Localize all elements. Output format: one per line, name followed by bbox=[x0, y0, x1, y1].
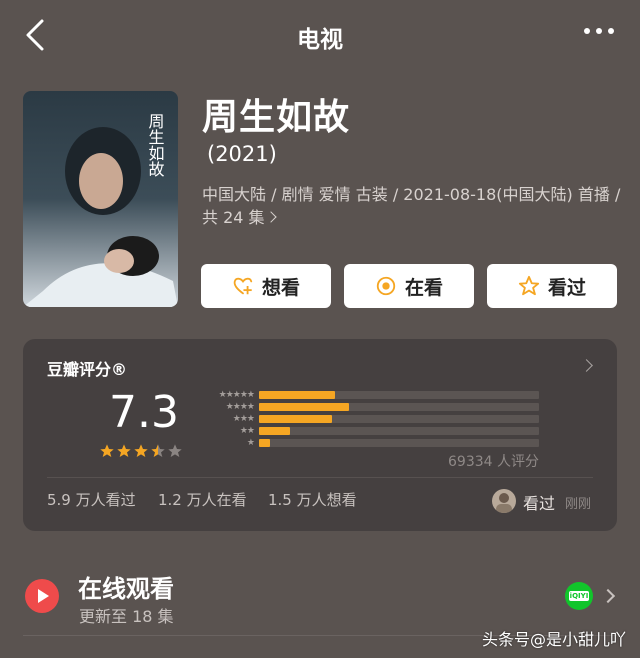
distribution-star-label: ★ bbox=[246, 438, 255, 448]
want-button[interactable]: 想看 bbox=[201, 264, 331, 308]
iqiyi-logo-text: iQIYI bbox=[568, 591, 590, 601]
watching-icon bbox=[376, 276, 396, 296]
rating-star-icon bbox=[117, 444, 131, 457]
watched-button[interactable]: 看过 bbox=[487, 264, 617, 308]
rating-star-icon bbox=[168, 444, 182, 457]
distribution-bar bbox=[259, 403, 349, 411]
more-icon[interactable] bbox=[584, 28, 614, 34]
poster-title-art: 周生如故 bbox=[146, 113, 165, 177]
play-icon bbox=[25, 579, 59, 613]
distribution-bar-track bbox=[259, 415, 539, 423]
want-label: 想看 bbox=[261, 276, 300, 299]
chevron-right-icon bbox=[580, 359, 593, 372]
distribution-star-label: ★★★ bbox=[232, 414, 255, 424]
distribution-star-label: ★★★★ bbox=[225, 402, 255, 412]
rating-star-icon bbox=[151, 444, 165, 457]
distribution-bar bbox=[259, 415, 332, 423]
my-status-time: 刚刚 bbox=[565, 497, 592, 512]
avatar[interactable] bbox=[492, 489, 516, 513]
distribution-star-label: ★★ bbox=[239, 426, 255, 436]
movie-meta-text: 中国大陆 / 剧情 爱情 古装 / 2021-08-18(中国大陆) 首播 / … bbox=[202, 185, 621, 227]
my-status: 看过 bbox=[523, 494, 556, 513]
watched-label: 看过 bbox=[547, 276, 586, 299]
movie-meta[interactable]: 中国大陆 / 剧情 爱情 古装 / 2021-08-18(中国大陆) 首播 / … bbox=[202, 183, 622, 229]
distribution-star-labels: ★★★★★ ★★★★ ★★★ ★★ ★ bbox=[198, 389, 255, 449]
distribution-bar-track bbox=[259, 391, 539, 399]
stat-watching: 1.2 万人在看 bbox=[158, 491, 247, 509]
watching-button[interactable]: 在看 bbox=[344, 264, 474, 308]
movie-title: 周生如故 bbox=[202, 97, 351, 138]
chevron-right-icon bbox=[264, 211, 277, 223]
heart-plus-icon bbox=[233, 277, 253, 295]
distribution-bar bbox=[259, 427, 290, 435]
top-nav: 电视 bbox=[0, 0, 640, 70]
page-title: 电视 bbox=[297, 27, 343, 53]
rating-distribution bbox=[259, 391, 539, 451]
online-subtitle: 更新至 18 集 bbox=[79, 607, 174, 626]
distribution-bar-track bbox=[259, 439, 539, 447]
star-icon bbox=[518, 275, 540, 296]
watermark: 头条号@是小甜儿吖 bbox=[481, 630, 626, 649]
distribution-star-label: ★★★★★ bbox=[218, 390, 255, 400]
rating-score: 7.3 bbox=[109, 387, 179, 438]
distribution-bar-track bbox=[259, 403, 539, 411]
rating-star-icon bbox=[134, 444, 148, 457]
stat-watched: 5.9 万人看过 bbox=[47, 491, 136, 509]
distribution-bar-track bbox=[259, 427, 539, 435]
iqiyi-icon: iQIYI bbox=[565, 582, 593, 610]
rating-count: 69334 人评分 bbox=[448, 454, 539, 470]
rating-star-icon bbox=[100, 444, 114, 457]
chevron-right-icon bbox=[600, 588, 616, 604]
douban-rating-card[interactable]: 豆瓣评分® 7.3 ★★★★★ ★★★★ ★★★ ★★ ★ 69334 人评分 5.9 … bbox=[23, 339, 617, 531]
watching-label: 在看 bbox=[404, 276, 443, 299]
distribution-bar bbox=[259, 391, 335, 399]
distribution-bar bbox=[259, 439, 271, 447]
movie-year: (2021) bbox=[207, 142, 277, 166]
poster-image[interactable]: 周生如故 bbox=[23, 91, 178, 307]
rating-card-title: 豆瓣评分® bbox=[47, 360, 128, 379]
rating-stars bbox=[99, 443, 183, 459]
stat-want: 1.5 万人想看 bbox=[268, 491, 357, 509]
divider bbox=[47, 477, 593, 478]
online-title: 在线观看 bbox=[78, 575, 174, 603]
